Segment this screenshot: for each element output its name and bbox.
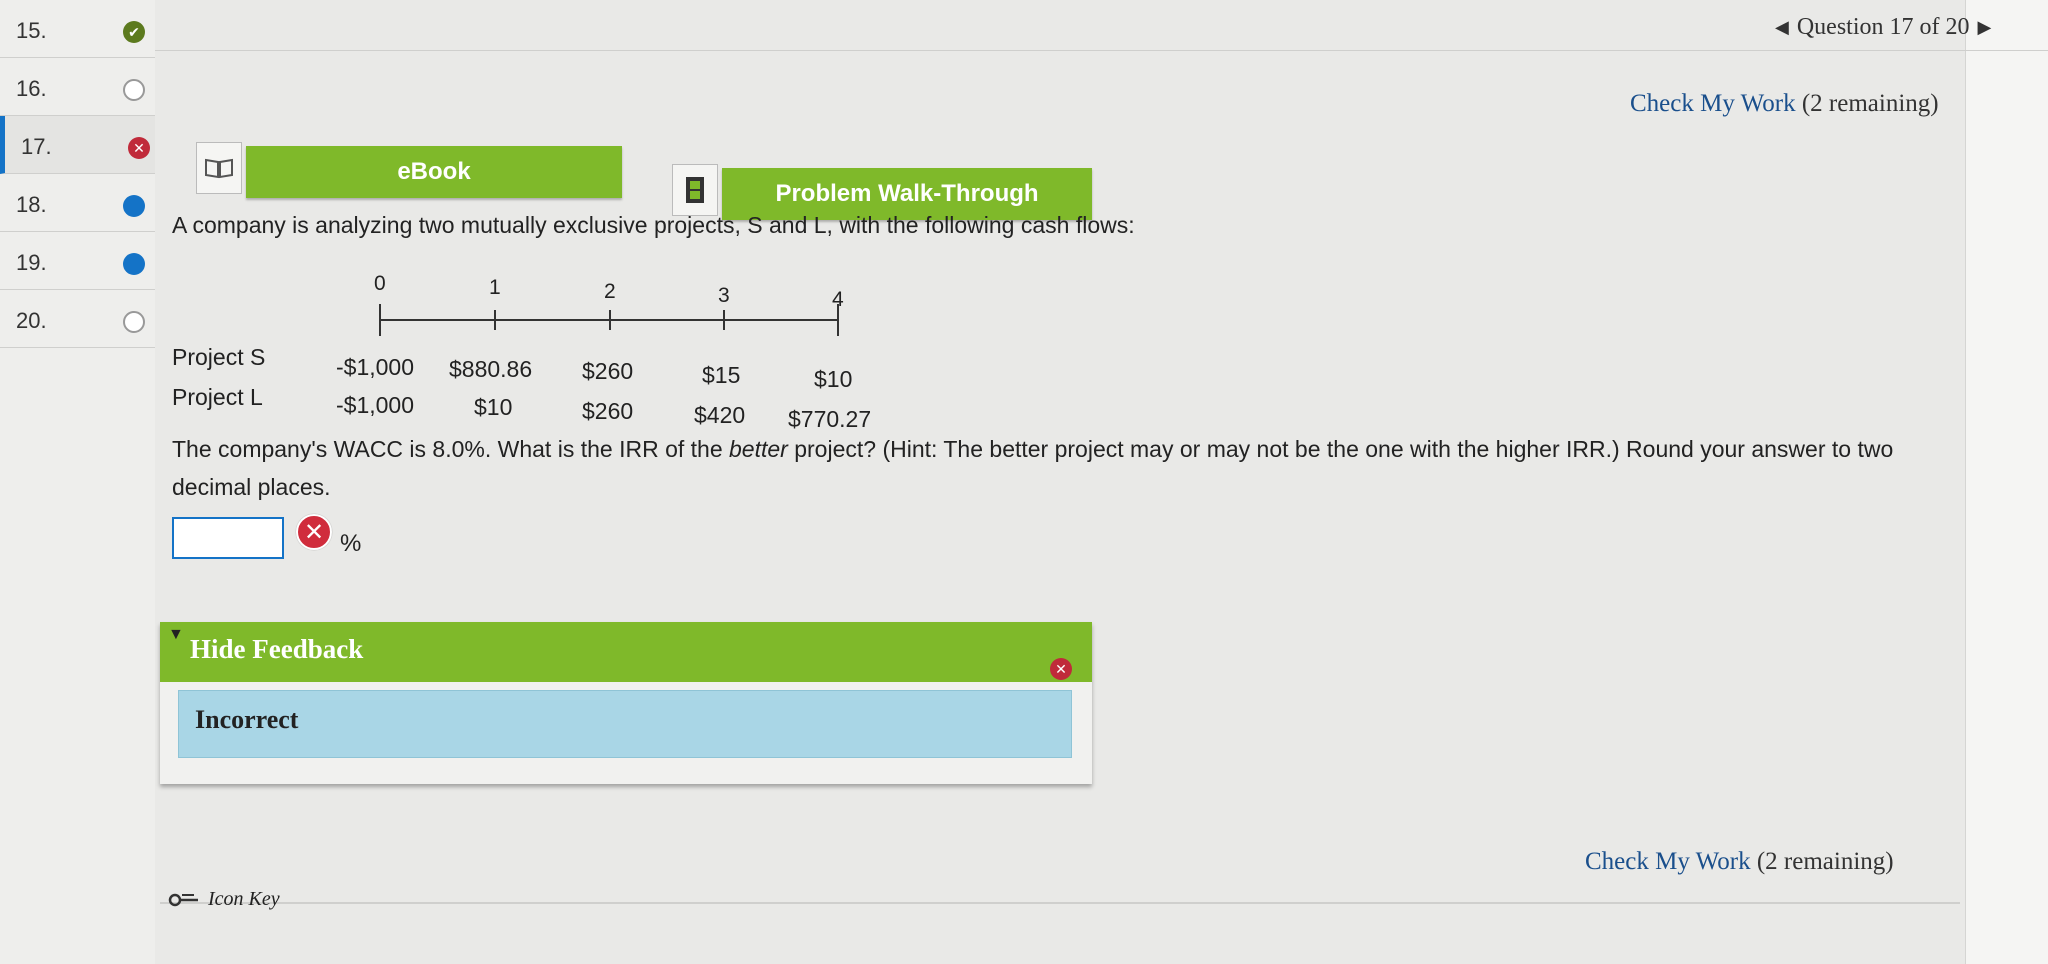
check-work-label: Check My Work — [1630, 90, 1796, 117]
incorrect-x-icon: ✕ — [296, 514, 332, 550]
irr-answer-input[interactable] — [172, 517, 284, 559]
question-nav-item-20[interactable]: 20. — [0, 290, 155, 348]
answered-dot-icon — [123, 253, 145, 275]
project-s-label: Project S — [172, 344, 266, 370]
check-my-work-link-top[interactable]: Check My Work (2 remaining) — [1630, 90, 1939, 118]
project-s-cf-3: $15 — [702, 362, 741, 388]
percent-unit: % — [340, 530, 362, 557]
question-counter-text: Question 17 of 20 — [1796, 14, 1970, 40]
period-label-4: 4 — [832, 288, 844, 311]
close-feedback-icon[interactable]: ✕ — [1050, 658, 1072, 680]
question-number: 18. — [16, 192, 47, 217]
project-s-cf-4: $10 — [814, 366, 853, 392]
wrong-x-icon: ✕ — [128, 137, 150, 159]
question-text: The company's WACC is 8.0%. What is the … — [172, 430, 1952, 506]
question-number: 19. — [16, 250, 47, 275]
unanswered-circle-icon — [123, 79, 145, 101]
ebook-icon[interactable] — [196, 142, 242, 194]
question-number: 20. — [16, 308, 47, 333]
film-icon[interactable] — [672, 164, 718, 216]
prev-question-icon[interactable]: ◀ — [1775, 17, 1789, 38]
project-l-label: Project L — [172, 384, 263, 410]
question-nav-item-17[interactable]: 17. ✕ — [0, 116, 155, 174]
icon-key-label: Icon Key — [208, 888, 280, 910]
question-nav: 15. ✔ 16. 17. ✕ 18. 19. 20. — [0, 0, 155, 964]
correct-check-icon: ✔ — [123, 21, 145, 43]
period-label-1: 1 — [489, 276, 501, 299]
cash-flow-timeline: 0 1 2 3 4 — [370, 270, 870, 350]
timeline-axis — [379, 304, 839, 336]
project-l-cf-4: $770.27 — [788, 406, 872, 432]
project-l-cf-1: $10 — [474, 394, 513, 420]
collapse-triangle-icon: ▼ — [168, 626, 184, 643]
feedback-header[interactable]: ▼ Hide Feedback ✕ — [160, 622, 1092, 682]
question-nav-item-18[interactable]: 18. — [0, 174, 155, 232]
project-l-cf-0: -$1,000 — [336, 392, 415, 418]
question-nav-item-16[interactable]: 16. — [0, 58, 155, 116]
ebook-button[interactable]: eBook — [246, 146, 622, 198]
question-counter: ◀ Question 17 of 20 ▶ — [1775, 14, 1991, 41]
project-s-cf-0: -$1,000 — [336, 354, 415, 380]
period-label-0: 0 — [374, 272, 386, 295]
hide-feedback-toggle[interactable]: Hide Feedback — [190, 634, 363, 665]
period-label-2: 2 — [604, 280, 616, 303]
question-text-emphasis: better — [729, 436, 788, 462]
check-work-label: Check My Work — [1585, 848, 1751, 875]
problem-prompt: A company is analyzing two mutually excl… — [172, 212, 1135, 238]
project-l-cf-3: $420 — [694, 402, 746, 428]
check-work-remaining: (2 remaining) — [1801, 90, 1939, 117]
question-nav-item-19[interactable]: 19. — [0, 232, 155, 290]
question-nav-item-15[interactable]: 15. ✔ — [0, 0, 155, 58]
feedback-result-text: Incorrect — [195, 705, 299, 734]
feedback-panel: ▼ Hide Feedback ✕ Incorrect — [160, 622, 1092, 784]
check-my-work-link-bottom[interactable]: Check My Work (2 remaining) — [1585, 848, 1894, 876]
question-number: 15. — [16, 18, 47, 43]
answered-dot-icon — [123, 195, 145, 217]
question-text-part1: The company's WACC is 8.0%. What is the … — [172, 436, 730, 462]
period-label-3: 3 — [718, 284, 730, 307]
key-icon — [168, 893, 198, 906]
check-work-remaining: (2 remaining) — [1756, 848, 1894, 875]
icon-key-link[interactable]: Icon Key — [168, 888, 280, 911]
project-s-cf-1: $880.86 — [449, 356, 533, 382]
feedback-result-box: Incorrect — [178, 690, 1072, 758]
question-number: 17. — [21, 134, 52, 159]
header-divider — [155, 50, 2048, 51]
footer-divider — [160, 902, 1960, 904]
question-number: 16. — [16, 76, 47, 101]
unanswered-circle-icon — [123, 311, 145, 333]
project-s-cf-2: $260 — [582, 358, 634, 384]
next-question-icon[interactable]: ▶ — [1978, 17, 1992, 38]
right-panel-edge — [1965, 0, 2048, 964]
project-l-cf-2: $260 — [582, 398, 634, 424]
